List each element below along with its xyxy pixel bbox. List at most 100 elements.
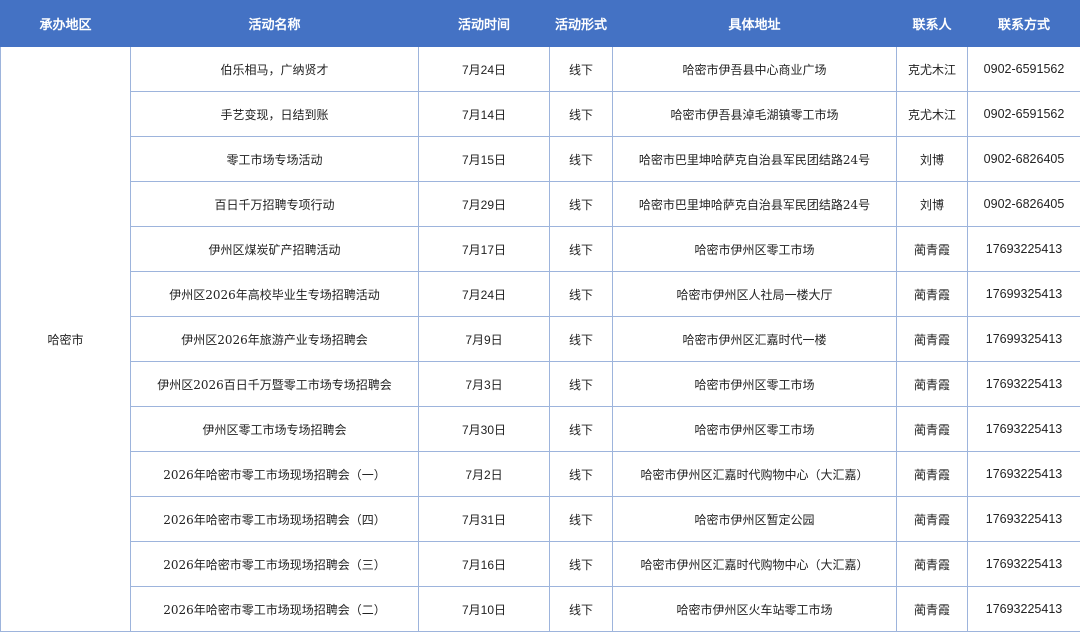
- table-header: 承办地区 活动名称 活动时间 活动形式 具体地址 联系人 联系方式: [0, 0, 1080, 47]
- event-time-cell: 7月10日: [418, 586, 550, 632]
- address-cell: 哈密市伊州区零工市场: [612, 226, 897, 272]
- table-row: 2026年哈密市零工市场现场招聘会（四） 7月31日 线下 哈密市伊州区暂定公园 蔺青霞…: [1, 496, 1080, 542]
- contact-cell: 克尤木江: [896, 46, 968, 92]
- phone-cell: 0902-6826405: [967, 181, 1080, 227]
- contact-cell: 蔺青霞: [896, 451, 968, 497]
- contact-cell: 蔺青霞: [896, 541, 968, 587]
- event-form-cell: 线下: [549, 271, 613, 317]
- event-name-cell: 伯乐相马，广纳贤才: [130, 46, 419, 92]
- event-name-cell: 伊州区煤炭矿产招聘活动: [130, 226, 419, 272]
- event-time-cell: 7月3日: [418, 361, 550, 407]
- address-cell: 哈密市巴里坤哈萨克自治县军民团结路24号: [612, 181, 897, 227]
- table-row: 伊州区煤炭矿产招聘活动 7月17日 线下 哈密市伊州区零工市场 蔺青霞 176932254…: [1, 226, 1080, 272]
- event-form-cell: 线下: [549, 226, 613, 272]
- header-event-time: 活动时间: [418, 0, 550, 47]
- phone-cell: 17699325413: [967, 271, 1080, 317]
- event-time-cell: 7月14日: [418, 91, 550, 137]
- event-form-cell: 线下: [549, 181, 613, 227]
- contact-cell: 蔺青霞: [896, 316, 968, 362]
- phone-cell: 17693225413: [967, 361, 1080, 407]
- event-form-cell: 线下: [549, 406, 613, 452]
- contact-cell: 蔺青霞: [896, 361, 968, 407]
- event-form-cell: 线下: [549, 496, 613, 542]
- contact-cell: 蔺青霞: [896, 271, 968, 317]
- address-cell: 哈密市伊吾县中心商业广场: [612, 46, 897, 92]
- event-form-cell: 线下: [549, 91, 613, 137]
- table-row: 伊州区2026年旅游产业专场招聘会 7月9日 线下 哈密市伊州区汇嘉时代一楼 蔺青霞 17…: [1, 316, 1080, 362]
- table-row: 2026年哈密市零工市场现场招聘会（二） 7月10日 线下 哈密市伊州区火车站零工市场…: [1, 586, 1080, 632]
- contact-cell: 蔺青霞: [896, 496, 968, 542]
- contact-cell: 刘博: [896, 136, 968, 182]
- event-time-cell: 7月9日: [418, 316, 550, 362]
- contact-cell: 蔺青霞: [896, 406, 968, 452]
- region-cell: 哈密市: [0, 46, 131, 632]
- event-form-cell: 线下: [549, 541, 613, 587]
- table-body: 哈密市 伯乐相马，广纳贤才 7月24日 线下 哈密市伊吾县中心商业广场 克尤木江 0902-…: [0, 46, 1080, 632]
- table-row: 零工市场专场活动 7月15日 线下 哈密市巴里坤哈萨克自治县军民团结路24号 刘博 090…: [1, 136, 1080, 182]
- table-row: 伊州区2026百日千万暨零工市场专场招聘会 7月3日 线下 哈密市伊州区零工市场 蔺青霞…: [1, 361, 1080, 407]
- event-name-cell: 伊州区2026年旅游产业专场招聘会: [130, 316, 419, 362]
- header-region: 承办地区: [0, 0, 131, 47]
- table-row: 百日千万招聘专项行动 7月29日 线下 哈密市巴里坤哈萨克自治县军民团结路24号 刘博 0…: [1, 181, 1080, 227]
- event-time-cell: 7月30日: [418, 406, 550, 452]
- address-cell: 哈密市伊州区零工市场: [612, 361, 897, 407]
- event-form-cell: 线下: [549, 361, 613, 407]
- address-cell: 哈密市伊吾县淖毛湖镇零工市场: [612, 91, 897, 137]
- event-name-cell: 手艺变现，日结到账: [130, 91, 419, 137]
- address-cell: 哈密市伊州区汇嘉时代一楼: [612, 316, 897, 362]
- address-cell: 哈密市伊州区暂定公园: [612, 496, 897, 542]
- address-cell: 哈密市巴里坤哈萨克自治县军民团结路24号: [612, 136, 897, 182]
- event-time-cell: 7月24日: [418, 46, 550, 92]
- event-form-cell: 线下: [549, 46, 613, 92]
- event-name-cell: 2026年哈密市零工市场现场招聘会（一）: [130, 451, 419, 497]
- phone-cell: 0902-6591562: [967, 46, 1080, 92]
- contact-cell: 蔺青霞: [896, 586, 968, 632]
- phone-cell: 0902-6591562: [967, 91, 1080, 137]
- event-name-cell: 2026年哈密市零工市场现场招聘会（四）: [130, 496, 419, 542]
- address-cell: 哈密市伊州区火车站零工市场: [612, 586, 897, 632]
- phone-cell: 0902-6826405: [967, 136, 1080, 182]
- event-name-cell: 2026年哈密市零工市场现场招聘会（三）: [130, 541, 419, 587]
- table-row: 2026年哈密市零工市场现场招聘会（一） 7月2日 线下 哈密市伊州区汇嘉时代购物中心…: [1, 451, 1080, 497]
- header-contact: 联系人: [896, 0, 968, 47]
- event-name-cell: 伊州区2026年高校毕业生专场招聘活动: [130, 271, 419, 317]
- event-form-cell: 线下: [549, 316, 613, 362]
- event-time-cell: 7月16日: [418, 541, 550, 587]
- events-table: 承办地区 活动名称 活动时间 活动形式 具体地址 联系人 联系方式 哈密市 伯乐相…: [0, 0, 1080, 632]
- event-time-cell: 7月15日: [418, 136, 550, 182]
- header-phone: 联系方式: [967, 0, 1080, 47]
- contact-cell: 刘博: [896, 181, 968, 227]
- contact-cell: 蔺青霞: [896, 226, 968, 272]
- header-event-name: 活动名称: [130, 0, 419, 47]
- header-address: 具体地址: [612, 0, 897, 47]
- event-name-cell: 伊州区2026百日千万暨零工市场专场招聘会: [130, 361, 419, 407]
- event-name-cell: 百日千万招聘专项行动: [130, 181, 419, 227]
- event-name-cell: 2026年哈密市零工市场现场招聘会（二）: [130, 586, 419, 632]
- event-time-cell: 7月2日: [418, 451, 550, 497]
- event-form-cell: 线下: [549, 451, 613, 497]
- header-event-form: 活动形式: [549, 0, 613, 47]
- table-row: 2026年哈密市零工市场现场招聘会（三） 7月16日 线下 哈密市伊州区汇嘉时代购物中…: [1, 541, 1080, 587]
- contact-cell: 克尤木江: [896, 91, 968, 137]
- table-row: 哈密市 伯乐相马，广纳贤才 7月24日 线下 哈密市伊吾县中心商业广场 克尤木江 0902-…: [0, 46, 1080, 632]
- address-cell: 哈密市伊州区汇嘉时代购物中心（大汇嘉）: [612, 451, 897, 497]
- phone-cell: 17693225413: [967, 586, 1080, 632]
- phone-cell: 17693225413: [967, 496, 1080, 542]
- event-time-cell: 7月29日: [418, 181, 550, 227]
- phone-cell: 17699325413: [967, 316, 1080, 362]
- event-time-cell: 7月17日: [418, 226, 550, 272]
- event-time-cell: 7月31日: [418, 496, 550, 542]
- header-row: 承办地区 活动名称 活动时间 活动形式 具体地址 联系人 联系方式: [0, 0, 1080, 47]
- event-form-cell: 线下: [549, 586, 613, 632]
- phone-cell: 17693225413: [967, 451, 1080, 497]
- event-name-cell: 伊州区零工市场专场招聘会: [130, 406, 419, 452]
- phone-cell: 17693225413: [967, 406, 1080, 452]
- phone-cell: 17693225413: [967, 541, 1080, 587]
- address-cell: 哈密市伊州区零工市场: [612, 406, 897, 452]
- phone-cell: 17693225413: [967, 226, 1080, 272]
- table-row: 伊州区2026年高校毕业生专场招聘活动 7月24日 线下 哈密市伊州区人社局一楼大厅蔺…: [1, 271, 1080, 317]
- event-form-cell: 线下: [549, 136, 613, 182]
- event-time-cell: 7月24日: [418, 271, 550, 317]
- event-name-cell: 零工市场专场活动: [130, 136, 419, 182]
- address-cell: 哈密市伊州区汇嘉时代购物中心（大汇嘉）: [612, 541, 897, 587]
